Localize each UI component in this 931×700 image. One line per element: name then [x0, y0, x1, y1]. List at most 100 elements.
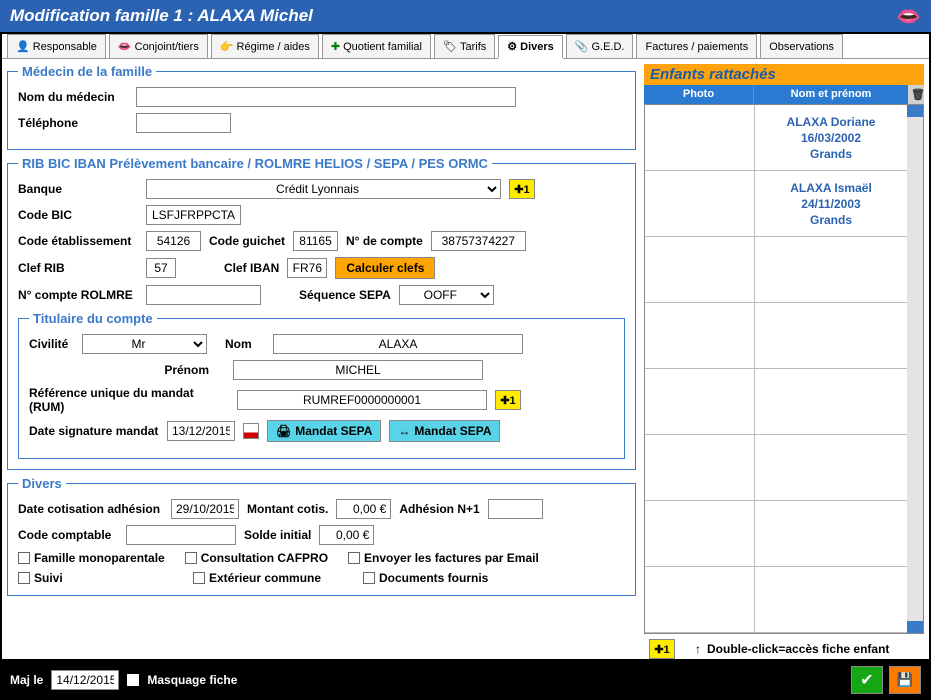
guichet-label: Code guichet: [209, 234, 285, 248]
enfant-add-button[interactable]: ✚1: [649, 639, 675, 659]
enfant-row[interactable]: ALAXA Ismaël 24/11/2003 Grands: [645, 171, 907, 237]
enfants-columns: Photo Nom et prénom 🗑: [644, 85, 924, 104]
sepa-seq-label: Séquence SEPA: [299, 288, 391, 302]
tab-quotient[interactable]: ✚Quotient familial: [322, 34, 431, 58]
enfant-group: Grands: [810, 147, 852, 161]
scroll-down-icon[interactable]: [907, 621, 923, 633]
enfant-group: Grands: [810, 213, 852, 227]
cb-exterieur[interactable]: [193, 572, 205, 584]
bic-input[interactable]: [146, 205, 241, 225]
medecin-nom-label: Nom du médecin: [18, 90, 128, 104]
cb-suivi[interactable]: [18, 572, 30, 584]
rolmre-input[interactable]: [146, 285, 261, 305]
enfants-hint: ↑Double-click=accès fiche enfant: [695, 642, 889, 656]
masquage-label: Masquage fiche: [147, 673, 237, 687]
lips-icon: 👄: [896, 4, 921, 29]
person-icon: 👤: [16, 40, 30, 53]
tag-icon: 🏷: [443, 40, 457, 53]
lips-icon: 👄: [118, 40, 132, 53]
banque-add-button[interactable]: ✚1: [509, 179, 535, 199]
code-compta-input[interactable]: [126, 525, 236, 545]
titulaire-prenom-label: Prénom: [29, 363, 219, 377]
enfant-row-empty: [645, 303, 907, 369]
tab-regime[interactable]: 👉Régime / aides: [211, 34, 319, 58]
date-cotis-input[interactable]: [171, 499, 239, 519]
mandat-print-button[interactable]: 🖨Mandat SEPA: [267, 420, 381, 442]
tab-observations[interactable]: Observations: [760, 34, 843, 58]
rum-input[interactable]: [237, 390, 487, 410]
cb-masquage[interactable]: [127, 674, 139, 686]
enfant-name: ALAXA Doriane: [787, 115, 876, 129]
etab-input[interactable]: [146, 231, 201, 251]
divers-legend: Divers: [18, 476, 66, 491]
col-delete-icon[interactable]: 🗑: [908, 85, 924, 104]
clefrib-label: Clef RIB: [18, 261, 138, 275]
compte-label: N° de compte: [346, 234, 423, 248]
bic-label: Code BIC: [18, 208, 138, 222]
sepa-seq-select[interactable]: OOFF: [399, 285, 494, 305]
titulaire-nom-input[interactable]: [273, 334, 523, 354]
etab-label: Code établissement: [18, 234, 138, 248]
validate-button[interactable]: ✔: [851, 666, 883, 694]
enfant-row-empty: [645, 567, 907, 633]
mandat-view-button[interactable]: ↔Mandat SEPA: [389, 420, 500, 442]
compte-input[interactable]: [431, 231, 526, 251]
scrollbar[interactable]: [907, 105, 923, 633]
guichet-input[interactable]: [293, 231, 338, 251]
calculer-button[interactable]: Calculer clefs: [335, 257, 435, 279]
col-photo: Photo: [644, 85, 754, 104]
enfants-list: ALAXA Doriane 16/03/2002 Grands ALAXA Is…: [645, 105, 907, 633]
arrow-icon: ↔: [398, 424, 410, 438]
medecin-tel-input[interactable]: [136, 113, 231, 133]
printer-icon: 🖨: [276, 424, 291, 438]
check-icon: ✔: [860, 670, 873, 690]
tab-bar: 👤Responsable 👄Conjoint/tiers 👉Régime / a…: [2, 34, 929, 59]
civilite-select[interactable]: Mr: [82, 334, 207, 354]
solde-label: Solde initial: [244, 528, 311, 542]
clefrib-input[interactable]: [146, 258, 176, 278]
solde-input[interactable]: [319, 525, 374, 545]
enfant-row[interactable]: ALAXA Doriane 16/03/2002 Grands: [645, 105, 907, 171]
cb-monoparentale[interactable]: [18, 552, 30, 564]
rum-add-button[interactable]: ✚1: [495, 390, 521, 410]
civilite-label: Civilité: [29, 337, 74, 351]
titlebar: Modification famille 1 : ALAXA Michel 👄: [0, 0, 931, 32]
tab-ged[interactable]: 📎G.E.D.: [566, 34, 634, 58]
arrow-up-icon: ↑: [695, 642, 701, 656]
enfant-row-empty: [645, 369, 907, 435]
tab-factures[interactable]: Factures / paiements: [636, 34, 757, 58]
medecin-nom-input[interactable]: [136, 87, 516, 107]
enfants-header: Enfants rattachés: [644, 64, 924, 85]
clefiban-input[interactable]: [287, 258, 327, 278]
tab-divers[interactable]: ⚙Divers: [498, 35, 563, 59]
cb-documents[interactable]: [363, 572, 375, 584]
enfant-row-empty: [645, 501, 907, 567]
calendar-icon[interactable]: [243, 423, 259, 439]
gear-icon: ⚙: [507, 40, 517, 53]
date-cotis-label: Date cotisation adhésion: [18, 502, 163, 516]
montant-input[interactable]: [336, 499, 391, 519]
date-sig-input[interactable]: [167, 421, 235, 441]
titulaire-fieldset: Titulaire du compte Civilité Mr Nom Prén…: [18, 311, 625, 459]
adhesion-input[interactable]: [488, 499, 543, 519]
tab-conjoint[interactable]: 👄Conjoint/tiers: [109, 34, 208, 58]
tab-tarifs[interactable]: 🏷Tarifs: [434, 34, 495, 58]
cb-cafpro[interactable]: [185, 552, 197, 564]
adhesion-label: Adhésion N+1: [399, 502, 479, 516]
clefiban-label: Clef IBAN: [224, 261, 279, 275]
banque-label: Banque: [18, 182, 138, 196]
scroll-up-icon[interactable]: [907, 105, 923, 117]
banque-select[interactable]: Crédit Lyonnais: [146, 179, 501, 199]
hand-icon: 👉: [220, 40, 234, 53]
rolmre-label: N° compte ROLMRE: [18, 288, 138, 302]
titulaire-prenom-input[interactable]: [233, 360, 483, 380]
medecin-fieldset: Médecin de la famille Nom du médecin Tél…: [7, 64, 636, 150]
titulaire-nom-label: Nom: [225, 337, 265, 351]
save-button[interactable]: 💾: [889, 666, 921, 694]
cb-email[interactable]: [348, 552, 360, 564]
rum-label: Référence unique du mandat (RUM): [29, 386, 229, 414]
rib-legend: RIB BIC IBAN Prélèvement bancaire / ROLM…: [18, 156, 492, 171]
tab-responsable[interactable]: 👤Responsable: [7, 34, 106, 58]
maj-date-input[interactable]: [51, 670, 119, 690]
col-name: Nom et prénom: [754, 85, 908, 104]
